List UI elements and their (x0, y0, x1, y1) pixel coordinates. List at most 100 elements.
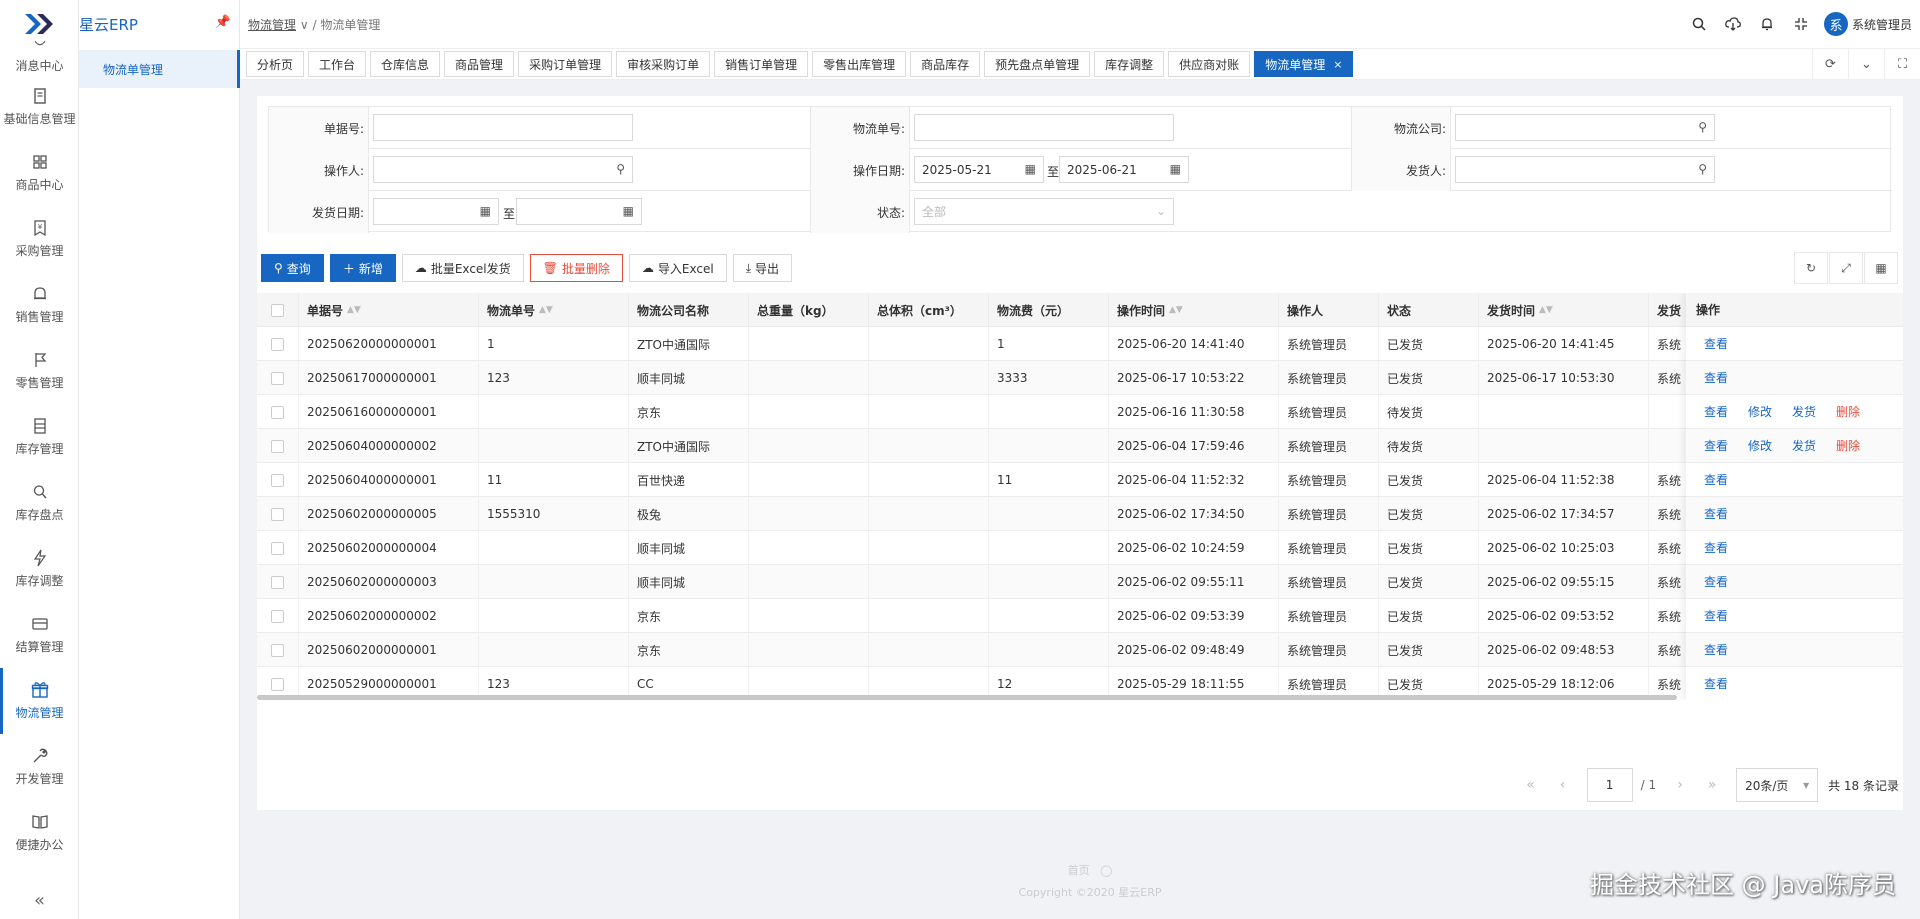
table-row[interactable]: 20250617000000001 123 顺丰同城 3333 2025-06-17 1… (257, 361, 1903, 395)
edit-link[interactable]: 修改 (1748, 403, 1772, 420)
first-page-icon[interactable]: « (1515, 777, 1547, 793)
import-excel-button[interactable]: ☁ 导入Excel (628, 254, 727, 282)
row-checkbox[interactable] (257, 361, 299, 395)
row-checkbox[interactable] (257, 395, 299, 429)
table-row[interactable]: 20250602000000004 顺丰同城 2025-06-02 10:24:59… (257, 531, 1903, 565)
tab-13[interactable]: 物流单管理 × (1254, 51, 1354, 77)
column-header-optime[interactable]: 操作时间 ▲▼ (1109, 293, 1279, 327)
sort-icon[interactable]: ▲▼ (539, 305, 553, 315)
tab-8[interactable]: 零售出库管理 (812, 51, 907, 77)
tab-11[interactable]: 库存调整 (1094, 51, 1165, 77)
table-row[interactable]: 20250604000000001 11 百世快递 11 2025-06-04 11:5… (257, 463, 1903, 497)
company-input[interactable]: ⚲ (1455, 114, 1715, 141)
checkbox[interactable] (271, 575, 284, 589)
ship-link[interactable]: 发货 (1792, 437, 1816, 454)
next-page-icon[interactable]: › (1664, 777, 1696, 793)
close-icon[interactable]: × (1333, 58, 1342, 71)
prev-page-icon[interactable]: ‹ (1547, 777, 1579, 793)
row-checkbox[interactable] (257, 463, 299, 497)
nav-item-9[interactable]: 库存调整 (0, 536, 79, 602)
checkbox[interactable] (271, 677, 284, 691)
tab-12[interactable]: 供应商对账 (1168, 51, 1251, 77)
tab-1[interactable]: 分析页 (246, 51, 305, 77)
nav-item-1[interactable]: 消息中心 (0, 38, 79, 74)
footer-home-link[interactable]: 首页 (1068, 864, 1090, 877)
sort-icon[interactable]: ▲▼ (1539, 305, 1553, 315)
column-header-logi[interactable]: 物流单号 ▲▼ (479, 293, 629, 327)
nav-item-13[interactable]: 便捷办公 (0, 800, 79, 866)
nav-item-7[interactable]: 库存管理 (0, 404, 79, 470)
nav-item-5[interactable]: 销售管理 (0, 272, 79, 338)
checkbox[interactable] (271, 303, 284, 317)
page-input[interactable]: 1 (1586, 768, 1633, 802)
nav-item-3[interactable]: 商品中心 (0, 140, 79, 206)
checkbox[interactable] (271, 473, 284, 487)
tab-2[interactable]: 工作台 (308, 51, 367, 77)
view-link[interactable]: 查看 (1704, 437, 1728, 454)
search-icon[interactable] (1682, 12, 1716, 36)
view-link[interactable]: 查看 (1704, 369, 1728, 386)
bell-icon[interactable] (1750, 12, 1784, 36)
refresh-tab-icon[interactable]: ⟳ (1812, 49, 1848, 80)
row-checkbox[interactable] (257, 565, 299, 599)
refresh-icon[interactable]: ↻ (1794, 252, 1828, 284)
search-icon[interactable]: ⚲ (1698, 162, 1707, 176)
nav-item-10[interactable]: 结算管理 (0, 602, 79, 668)
table-row[interactable]: 20250620000000001 1 ZTO中通国际 1 2025-06-20 14:… (257, 327, 1903, 361)
select-all-checkbox[interactable] (257, 293, 299, 327)
row-checkbox[interactable] (257, 531, 299, 565)
view-link[interactable]: 查看 (1704, 471, 1728, 488)
view-link[interactable]: 查看 (1704, 607, 1728, 624)
columns-icon[interactable]: ▦ (1864, 252, 1898, 284)
checkbox[interactable] (271, 643, 284, 657)
table-row[interactable]: 20250602000000003 顺丰同城 2025-06-02 09:55:11… (257, 565, 1903, 599)
avatar[interactable]: 系 (1823, 12, 1848, 36)
search-icon[interactable]: ⚲ (616, 162, 625, 176)
maximize-icon[interactable]: ⛶ (1884, 49, 1920, 80)
order-no-input[interactable] (373, 114, 633, 141)
ship-date-end[interactable]: ▦ (516, 198, 642, 225)
search-icon[interactable]: ⚲ (1698, 120, 1707, 134)
nav-item-8[interactable]: 库存盘点 (0, 470, 79, 536)
checkbox[interactable] (271, 507, 284, 521)
user-name[interactable]: 系统管理员 (1852, 16, 1912, 33)
checkbox[interactable] (271, 337, 284, 351)
tab-6[interactable]: 审核采购订单 (616, 51, 711, 77)
view-link[interactable]: 查看 (1704, 675, 1728, 692)
checkbox[interactable] (271, 609, 284, 623)
pin-icon[interactable]: 📌 (215, 15, 231, 30)
ship-link[interactable]: 发货 (1792, 403, 1816, 420)
table-row[interactable]: 20250602000000001 京东 2025-06-02 09:48:49 系统… (257, 633, 1903, 667)
horizontal-scrollbar[interactable] (257, 695, 1677, 700)
row-checkbox[interactable] (257, 497, 299, 531)
table-row[interactable]: 20250602000000002 京东 2025-06-02 09:53:39 系统… (257, 599, 1903, 633)
delete-link[interactable]: 删除 (1836, 403, 1860, 420)
sort-icon[interactable]: ▲▼ (347, 305, 361, 315)
column-header-no[interactable]: 单据号 ▲▼ (299, 293, 479, 327)
row-checkbox[interactable] (257, 599, 299, 633)
nav-item-12[interactable]: 开发管理 (0, 734, 79, 800)
table-row[interactable]: 20250616000000001 京东 2025-06-16 11:30:58 系统… (257, 395, 1903, 429)
batch-delete-button[interactable]: 🗑 批量删除 (529, 254, 623, 282)
checkbox[interactable] (271, 371, 284, 385)
table-row[interactable]: 20250604000000002 ZTO中通国际 2025-06-04 17:59… (257, 429, 1903, 463)
submenu-item-logistics-order[interactable]: 物流单管理 (79, 50, 240, 88)
batch-excel-ship-button[interactable]: ☁ 批量Excel发货 (401, 254, 524, 282)
tab-10[interactable]: 预先盘点单管理 (984, 51, 1091, 77)
shipper-input[interactable]: ⚲ (1455, 156, 1715, 183)
collapse-icon[interactable]: « (0, 890, 79, 911)
nav-item-2[interactable]: 基础信息管理 (0, 74, 79, 140)
fullscreen-icon[interactable] (1784, 12, 1818, 36)
view-link[interactable]: 查看 (1704, 335, 1728, 352)
row-checkbox[interactable] (257, 633, 299, 667)
column-header-shiptime[interactable]: 发货时间 ▲▼ (1479, 293, 1649, 327)
breadcrumb-parent[interactable]: 物流管理 (248, 18, 296, 32)
page-size-select[interactable]: 20条/页 ▾ (1736, 768, 1819, 802)
tab-4[interactable]: 商品管理 (444, 51, 515, 77)
cloud-download-icon[interactable] (1716, 12, 1750, 36)
operator-input[interactable]: ⚲ (373, 156, 633, 183)
chevron-down-icon[interactable]: ⌄ (1848, 49, 1884, 80)
export-button[interactable]: ⤓ 导出 (732, 254, 793, 282)
row-checkbox[interactable] (257, 327, 299, 361)
view-link[interactable]: 查看 (1704, 573, 1728, 590)
